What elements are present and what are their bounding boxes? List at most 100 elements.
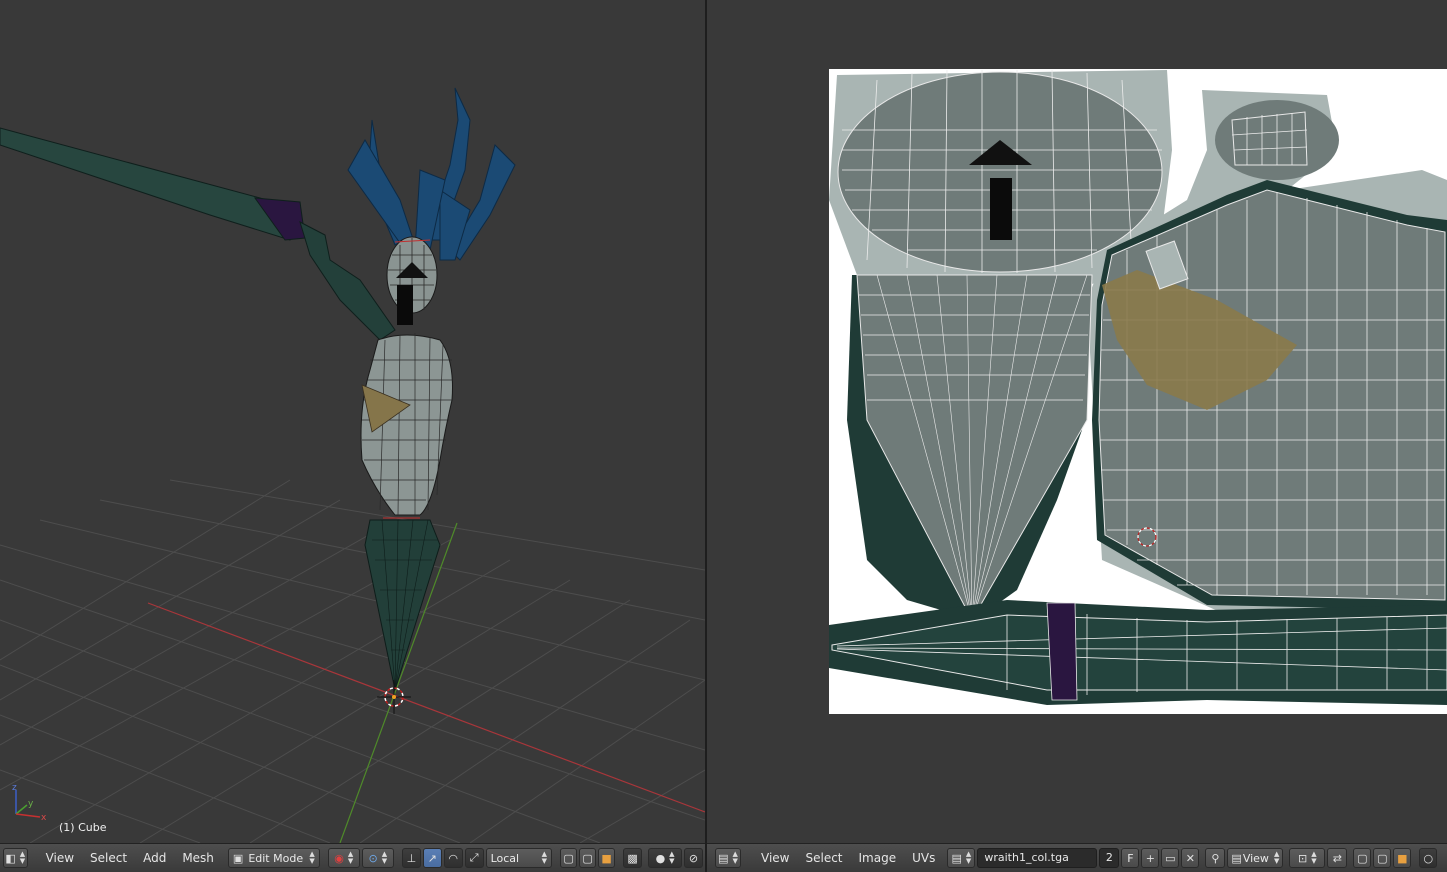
torso-mesh	[360, 333, 453, 519]
vertex-icon: ▢	[1357, 851, 1368, 865]
face-select-button[interactable]: ■	[1393, 848, 1412, 868]
head-mesh	[386, 236, 438, 325]
uv-pivot-select[interactable]: ⊡ ▲ ▼	[1289, 848, 1326, 868]
arrow-icon: ↗	[427, 851, 437, 865]
view-mode-select[interactable]: ▤ View ▲ ▼	[1227, 848, 1284, 868]
orientation-select-label: Local	[490, 851, 520, 865]
pin-icon: ⚲	[1211, 851, 1220, 865]
menu-view[interactable]: View	[753, 848, 797, 868]
object-name-label: (1) Cube	[59, 821, 107, 834]
shading-select[interactable]: ◉ ▲ ▼	[327, 848, 360, 868]
edge-select-button[interactable]: ▢	[579, 848, 597, 868]
chevron-updown-icon: ▲ ▼	[541, 850, 548, 865]
menu-mesh[interactable]: Mesh	[174, 848, 222, 868]
menu-image[interactable]: Image	[851, 848, 905, 868]
rotate-icon: ◠	[448, 851, 459, 865]
chevron-updown-icon: ▲ ▼	[965, 850, 972, 865]
uv-image-editor[interactable]	[707, 0, 1447, 843]
vertex-select-button[interactable]: ▢	[560, 848, 578, 868]
manipulator-toggle[interactable]: ⊥	[401, 848, 421, 868]
scale-manipulator-button[interactable]: ⤢	[464, 848, 484, 868]
menu-select[interactable]: Select	[797, 848, 850, 868]
editor-type-button[interactable]: ▤ ▲ ▼	[715, 848, 741, 868]
lower-body-mesh	[364, 519, 441, 691]
floor-grid	[0, 479, 705, 843]
edge-select-button[interactable]: ▢	[1373, 848, 1392, 868]
view-mode-label: View	[1242, 851, 1269, 865]
proportional-edit-select[interactable]: ● ▲ ▼	[648, 848, 683, 868]
edit-mode-icon: ▣	[232, 851, 244, 865]
x-axis-line	[147, 602, 705, 813]
plus-icon: +	[1145, 851, 1155, 865]
orientation-select[interactable]: Local ▲ ▼	[485, 848, 553, 868]
sync-selection-button[interactable]: ⇄	[1327, 848, 1348, 868]
cube-icon: ◧	[5, 851, 16, 865]
sphere-shading-icon: ◉	[334, 851, 344, 865]
edge-icon: ▢	[1377, 851, 1388, 865]
scale-icon: ⤢	[469, 851, 479, 864]
image-name-field[interactable]: wraith1_col.tga	[977, 848, 1098, 868]
snap-toggle[interactable]: ⊘	[684, 848, 703, 868]
circle-icon: ●	[655, 851, 666, 865]
menu-uvs[interactable]: UVs	[904, 848, 943, 868]
editor-type-button[interactable]: ◧ ▲ ▼	[3, 848, 28, 868]
translate-manipulator-button[interactable]: ↗	[422, 848, 442, 868]
chevron-updown-icon: ▲ ▼	[1311, 850, 1317, 865]
hair-mesh	[347, 87, 516, 261]
mode-select-label: Edit Mode	[248, 851, 304, 865]
chevron-updown-icon: ▲ ▼	[381, 850, 388, 865]
new-image-button[interactable]: +	[1141, 848, 1160, 868]
face-icon: ■	[601, 851, 612, 865]
menu-select[interactable]: Select	[82, 848, 135, 868]
pin-image-button[interactable]: ⚲	[1205, 848, 1226, 868]
proportional-edit-toggle[interactable]: ○	[1419, 848, 1438, 868]
head-uv-island	[837, 69, 1163, 273]
view-icon: ▤	[1231, 851, 1242, 865]
3d-cursor	[377, 680, 411, 714]
vertex-select-button[interactable]: ▢	[1353, 848, 1372, 868]
neck-uv-island	[1215, 100, 1339, 180]
image-icon: ▤	[951, 851, 962, 865]
close-icon: ✕	[1185, 851, 1195, 865]
axis-y-label: y	[28, 799, 34, 809]
sword-mesh	[0, 127, 396, 341]
face-icon: ■	[1397, 851, 1408, 865]
chevron-updown-icon: ▲ ▼	[19, 850, 26, 865]
pivot-icon: ⊡	[1298, 851, 1308, 865]
unlink-image-button[interactable]: ✕	[1181, 848, 1200, 868]
3d-viewport[interactable]: z y x (1) Cube	[0, 0, 705, 843]
mode-select[interactable]: ▣ Edit Mode ▲ ▼	[227, 848, 320, 868]
3d-scene: z y x	[0, 87, 705, 843]
3d-viewport-header: ◧ ▲ ▼ View Select Add Mesh ▣ Edit Mode ▲ ▼ …	[0, 843, 705, 872]
uv-texture-canvas	[829, 69, 1447, 714]
uv-editor-header: ▤ ▲ ▼ View Select Image UVs ▤ ▲ ▼ wraith1_co…	[707, 843, 1447, 872]
chevron-updown-icon: ▲ ▼	[732, 850, 738, 865]
pivot-select[interactable]: ⊙ ▲ ▼	[361, 848, 394, 868]
rotate-manipulator-button[interactable]: ◠	[443, 848, 463, 868]
image-users-count: 2	[1099, 848, 1120, 868]
limit-selection-toggle[interactable]: ▩	[623, 848, 643, 868]
magnet-icon: ⊘	[688, 851, 699, 865]
blender-window: z y x (1) Cube ◧ ▲ ▼ View Select Add Mes…	[0, 0, 1447, 872]
image-browse-button[interactable]: ▤ ▲ ▼	[947, 848, 976, 868]
chevron-updown-icon: ▲ ▼	[347, 850, 354, 865]
edge-icon: ▢	[582, 851, 593, 865]
circle-icon: ○	[1423, 851, 1434, 865]
image-editor-icon: ▤	[718, 851, 729, 865]
pivot-icon: ⊙	[368, 851, 378, 865]
axis-z-label: z	[12, 783, 17, 793]
manipulator-icon: ⊥	[406, 851, 417, 865]
limit-selection-icon: ▩	[627, 851, 638, 865]
face-select-button[interactable]: ■	[598, 848, 616, 868]
open-image-button[interactable]: ▭	[1161, 848, 1180, 868]
folder-icon: ▭	[1165, 851, 1176, 865]
vertex-icon: ▢	[563, 851, 574, 865]
fake-user-button[interactable]: F	[1121, 848, 1140, 868]
menu-view[interactable]: View	[38, 848, 82, 868]
chevron-updown-icon: ▲ ▼	[669, 850, 675, 865]
chevron-updown-icon: ▲ ▼	[1273, 850, 1280, 865]
axis-x-label: x	[41, 813, 47, 823]
sync-icon: ⇄	[1332, 851, 1342, 865]
menu-add[interactable]: Add	[135, 848, 174, 868]
chevron-updown-icon: ▲ ▼	[309, 850, 315, 865]
